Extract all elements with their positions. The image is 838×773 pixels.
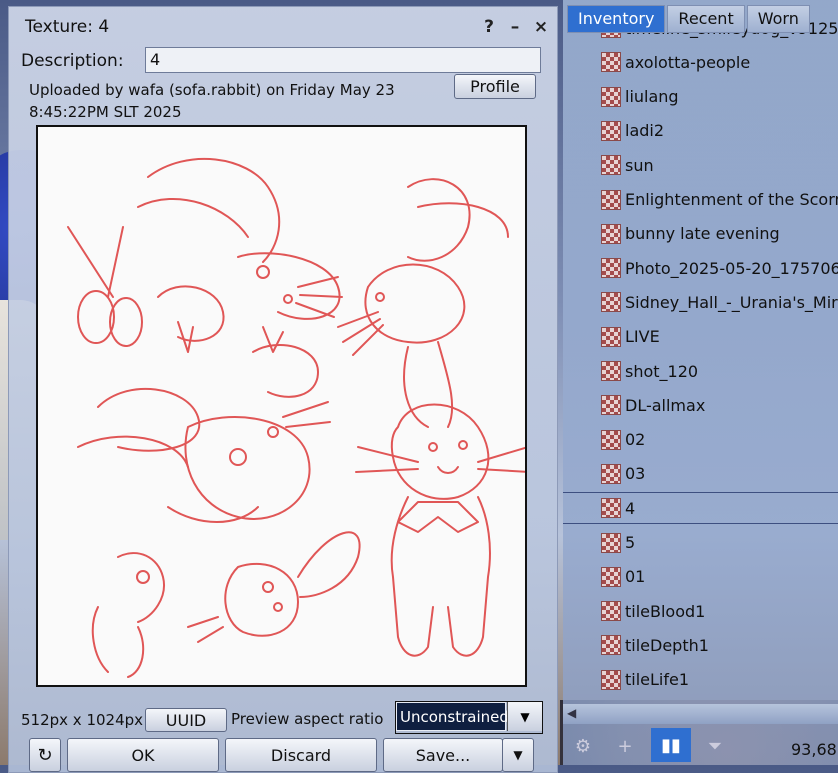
texture-preview-floater: Texture: 4 ? – × Description: 4 Uploaded… <box>8 6 558 773</box>
ok-button[interactable]: OK <box>67 738 219 772</box>
inventory-item-label: tileDepth1 <box>625 635 709 655</box>
refresh-button[interactable]: ↻ <box>29 738 61 772</box>
texture-icon <box>601 120 621 141</box>
texture-preview-image <box>36 125 527 687</box>
inventory-item[interactable]: Photo_2025-05-20_175706ab <box>601 253 838 283</box>
texture-icon <box>601 429 621 450</box>
bunny-drawing <box>67 157 525 678</box>
texture-icon <box>601 669 621 690</box>
inventory-item[interactable]: Enlightenment of the Scorned <box>601 185 838 215</box>
inventory-item-label: bunny late evening <box>625 224 780 244</box>
texture-icon <box>601 463 621 484</box>
texture-icon <box>601 223 621 244</box>
texture-icon <box>601 566 621 587</box>
inventory-item[interactable]: 4 <box>563 492 838 525</box>
inventory-count: 93,68 <box>791 740 837 759</box>
texture-icon <box>601 326 621 347</box>
inventory-item-label: Photo_2025-05-20_175706ab <box>625 258 838 278</box>
chevron-down-icon: ▼ <box>513 748 523 762</box>
inventory-item[interactable]: shot_120 <box>601 356 698 386</box>
texture-dimensions: 512px x 1024px <box>21 711 144 729</box>
texture-icon <box>601 258 621 279</box>
texture-icon <box>601 52 621 73</box>
texture-icon <box>601 395 621 416</box>
inventory-item-label: 5 <box>625 533 636 552</box>
scroll-left-icon[interactable]: ◀ <box>567 706 576 720</box>
texture-icon <box>601 361 621 381</box>
inventory-item-label: liulang <box>625 87 679 107</box>
inventory-item[interactable]: tileBlood1 <box>601 596 705 626</box>
inventory-item[interactable]: 01 <box>601 562 645 592</box>
aspect-ratio-combo[interactable]: Unconstrained ▼ <box>395 701 543 734</box>
filter-icon[interactable]: ⏷ <box>703 734 727 758</box>
inventory-item[interactable]: 5 <box>601 528 635 558</box>
refresh-icon: ↻ <box>37 744 53 766</box>
inventory-item-label: sun <box>625 155 654 175</box>
inventory-item-label: 4 <box>625 498 636 518</box>
discard-button[interactable]: Discard <box>225 738 377 772</box>
inventory-item[interactable]: sun <box>601 150 654 180</box>
inventory-item[interactable]: 03 <box>601 459 645 489</box>
save-button[interactable]: Save... <box>383 738 503 772</box>
tab-worn[interactable]: Worn <box>746 5 810 33</box>
aspect-ratio-value[interactable]: Unconstrained <box>396 702 509 731</box>
inventory-item-label: LIVE <box>625 327 660 347</box>
inventory-item[interactable]: bunny late evening <box>601 219 780 249</box>
texture-icon <box>601 532 621 553</box>
add-icon[interactable]: + <box>613 734 637 758</box>
inventory-toolbar: ⚙ + ▮▮ ⏷ 93,68 <box>563 726 838 765</box>
inventory-book-icon[interactable]: ▮▮ <box>651 728 691 762</box>
texture-icon <box>601 292 621 313</box>
chevron-down-icon[interactable]: ▼ <box>507 702 542 731</box>
help-button[interactable]: ? <box>481 17 497 37</box>
minimize-button[interactable]: – <box>507 17 523 37</box>
inventory-item[interactable]: tileLife1 <box>601 665 689 695</box>
uuid-button[interactable]: UUID <box>145 708 227 732</box>
texture-icon <box>601 498 621 519</box>
inventory-item-label: tileLife1 <box>625 670 690 690</box>
texture-icon <box>601 155 621 176</box>
inventory-item[interactable]: tileDepth1 <box>601 630 709 660</box>
inventory-item[interactable]: LIVE <box>601 322 660 352</box>
inventory-item-label: tileBlood1 <box>625 601 706 621</box>
inventory-item[interactable]: 02 <box>601 425 645 455</box>
gear-icon[interactable]: ⚙ <box>571 734 595 758</box>
floater-controls: ? – × <box>481 17 549 37</box>
texture-icon <box>601 86 621 107</box>
uploaded-info: Uploaded by wafa (sofa.rabbit) on Friday… <box>29 81 395 121</box>
inventory-item[interactable]: ladi2 <box>601 116 664 146</box>
inventory-item-label: Sidney_Hall_-_Urania's_Mirror <box>625 292 838 312</box>
horizontal-scrollbar[interactable]: ◀ <box>563 704 838 724</box>
inventory-item[interactable]: liulang <box>601 82 679 112</box>
inventory-item-label: shot_120 <box>625 361 699 381</box>
inventory-item-label: 03 <box>625 464 646 484</box>
inventory-list: timeline_smileydog_v912535axolotta-peopl… <box>563 22 838 704</box>
inventory-item-label: 02 <box>625 430 646 450</box>
inventory-item-label: Enlightenment of the Scorned <box>625 190 838 209</box>
aspect-ratio-label: Preview aspect ratio <box>231 710 384 728</box>
close-button[interactable]: × <box>533 17 549 37</box>
tab-inventory[interactable]: Inventory <box>567 5 666 33</box>
floater-title: Texture: 4 <box>25 17 110 37</box>
texture-icon <box>601 601 621 622</box>
inventory-item[interactable]: axolotta-people <box>601 47 750 77</box>
inventory-tabs: Inventory Recent Worn <box>567 5 812 33</box>
inventory-item-label: ladi2 <box>625 121 665 141</box>
inventory-item-label: 01 <box>625 567 646 587</box>
tab-recent[interactable]: Recent <box>667 5 745 33</box>
description-input[interactable]: 4 <box>145 47 541 73</box>
inventory-item-label: DL-allmax <box>625 395 706 415</box>
save-dropdown-button[interactable]: ▼ <box>502 738 534 772</box>
description-label: Description: <box>21 51 124 71</box>
texture-icon <box>601 189 621 210</box>
inventory-item-label: axolotta-people <box>625 52 751 72</box>
inventory-item[interactable]: DL-allmax <box>601 390 705 420</box>
texture-icon <box>601 635 621 656</box>
inventory-panel: timeline_smileydog_v912535axolotta-peopl… <box>563 0 838 765</box>
inventory-item[interactable]: Sidney_Hall_-_Urania's_Mirror <box>601 287 838 317</box>
profile-button[interactable]: Profile <box>454 74 536 99</box>
